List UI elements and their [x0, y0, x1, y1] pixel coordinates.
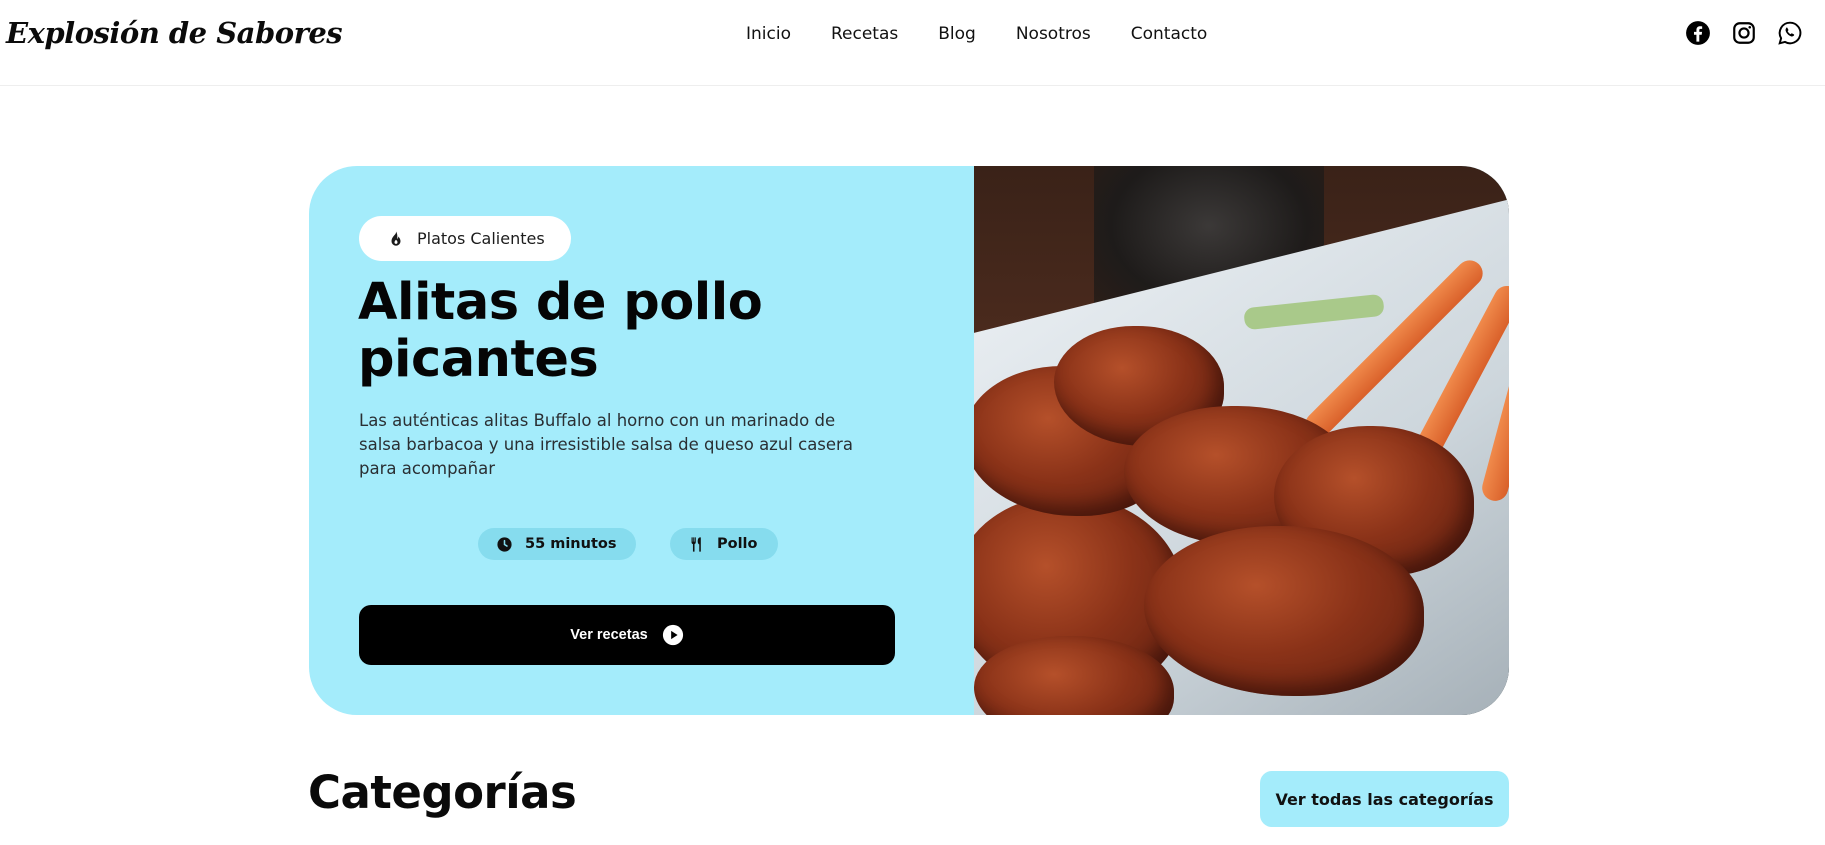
view-all-categories-button[interactable]: Ver todas las categorías [1260, 771, 1509, 827]
site-header: Explosión de Sabores Inicio Recetas Blog… [0, 0, 1825, 86]
recipe-category-chip: Pollo [670, 528, 778, 560]
nav-item-contacto[interactable]: Contacto [1131, 24, 1208, 44]
fire-icon [387, 230, 405, 248]
cook-time-label: 55 minutos [525, 536, 617, 552]
facebook-icon[interactable] [1685, 20, 1713, 48]
nav-item-recetas[interactable]: Recetas [831, 24, 898, 44]
recipe-photo [974, 166, 1509, 715]
nav-item-blog[interactable]: Blog [938, 24, 976, 44]
play-circle-icon [662, 624, 684, 646]
recipe-description: Las auténticas alitas Buffalo al horno c… [359, 411, 853, 478]
featured-recipe-info: Platos Calientes Alitas de pollo picante… [309, 166, 974, 715]
recipe-title: Alitas de pollo picantes [358, 273, 763, 389]
whatsapp-icon[interactable] [1777, 20, 1805, 48]
recipe-category-label: Pollo [717, 536, 758, 552]
clock-icon [496, 536, 513, 553]
category-badge[interactable]: Platos Calientes [359, 216, 571, 261]
main-nav: Inicio Recetas Blog Nosotros Contacto [746, 24, 1207, 44]
brand-logo[interactable]: Explosión de Sabores [6, 16, 343, 50]
cook-time-chip: 55 minutos [478, 528, 637, 560]
view-recipes-button[interactable]: Ver recetas [359, 605, 895, 665]
social-links [1685, 20, 1825, 50]
nav-item-inicio[interactable]: Inicio [746, 24, 791, 44]
view-recipes-label: Ver recetas [570, 627, 648, 643]
categories-heading: Categorías [308, 766, 577, 819]
instagram-icon[interactable] [1731, 20, 1759, 48]
category-badge-label: Platos Calientes [417, 229, 545, 248]
utensils-icon [688, 536, 705, 553]
nav-item-nosotros[interactable]: Nosotros [1016, 24, 1091, 44]
featured-recipe-card: Platos Calientes Alitas de pollo picante… [309, 166, 1509, 715]
